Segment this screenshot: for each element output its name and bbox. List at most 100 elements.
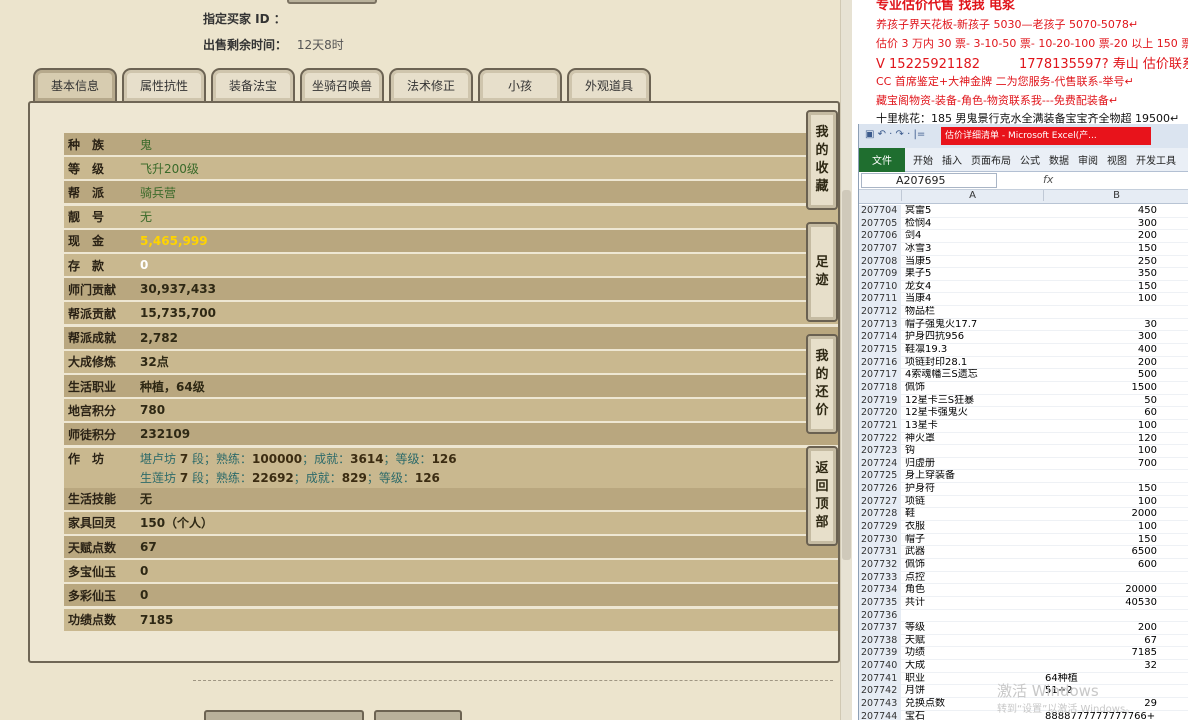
row-number[interactable]: 207725 — [859, 470, 901, 484]
tab-attributes[interactable]: 属性抗性 — [122, 68, 206, 101]
cell-a[interactable]: 护身四抗956 — [905, 331, 1041, 344]
cell-b[interactable]: 400 — [1043, 344, 1157, 357]
row-number[interactable]: 207734 — [859, 584, 901, 597]
cell-a[interactable]: 物品栏 — [905, 306, 1041, 319]
cell-b[interactable]: 150 — [1043, 483, 1157, 496]
row-number[interactable]: 207718 — [859, 381, 901, 395]
cell-b[interactable]: 150 — [1043, 534, 1157, 547]
row-number[interactable]: 207709 — [859, 268, 901, 281]
cell-a[interactable]: 功绩 — [905, 647, 1041, 660]
cell-b[interactable]: 300 — [1043, 331, 1157, 344]
column-a-header[interactable]: A — [901, 190, 1043, 201]
row-number[interactable]: 207729 — [859, 521, 901, 534]
row-number[interactable]: 207717 — [859, 369, 901, 382]
row-number[interactable]: 207742 — [859, 685, 901, 698]
ribbon-tab[interactable]: 公式 — [1020, 152, 1040, 167]
ribbon-tab[interactable]: 数据 — [1049, 152, 1069, 167]
cell-a[interactable]: 冥雷5 — [905, 205, 1041, 218]
ribbon-tab[interactable]: 插入 — [942, 152, 962, 167]
tab-appearance[interactable]: 外观道具 — [567, 68, 651, 101]
cell-b[interactable]: 50 — [1043, 395, 1157, 408]
cell-b[interactable]: 200 — [1043, 230, 1157, 243]
cell-b[interactable]: 250 — [1043, 256, 1157, 269]
file-tab[interactable]: 文件 — [859, 147, 905, 172]
row-number[interactable]: 207728 — [859, 508, 901, 522]
cell-b[interactable]: 150 — [1043, 281, 1157, 294]
cell-a[interactable]: 帽子强鬼火17.7 — [905, 319, 1041, 332]
row-number[interactable]: 207714 — [859, 331, 901, 345]
cell-a[interactable]: 冰雪3 — [905, 243, 1041, 256]
scrollbar-thumb[interactable] — [842, 190, 851, 560]
row-number[interactable]: 207727 — [859, 495, 901, 509]
cell-a[interactable]: 项链封印28.1 — [905, 357, 1041, 370]
cell-a[interactable]: 4索魂幡三S遗忘 — [905, 369, 1041, 382]
cell-a[interactable]: 武器 — [905, 546, 1041, 559]
row-number[interactable]: 207737 — [859, 622, 901, 635]
cell-b[interactable]: 7185 — [1043, 647, 1157, 660]
bottom-button-1[interactable] — [204, 710, 364, 720]
row-number[interactable]: 207732 — [859, 558, 901, 572]
cell-b[interactable]: 150 — [1043, 243, 1157, 256]
row-number[interactable]: 207707 — [859, 242, 901, 256]
side-button-0[interactable]: 我的收藏 — [806, 110, 838, 210]
cell-b[interactable]: 100 — [1043, 293, 1157, 306]
row-number[interactable]: 207710 — [859, 280, 901, 294]
row-number[interactable]: 207716 — [859, 356, 901, 370]
cell-b[interactable]: 67 — [1043, 635, 1157, 648]
cell-b[interactable]: 40530 — [1043, 597, 1157, 610]
ribbon-tab[interactable]: 页面布局 — [971, 152, 1011, 167]
cell-b[interactable]: 120 — [1043, 433, 1157, 446]
tab-mounts-pets[interactable]: 坐骑召唤兽 — [300, 68, 384, 101]
row-number[interactable]: 207711 — [859, 293, 901, 307]
row-number[interactable]: 207713 — [859, 318, 901, 332]
ribbon-tab[interactable]: 视图 — [1107, 152, 1127, 167]
row-number[interactable]: 207706 — [859, 230, 901, 243]
row-number[interactable]: 207715 — [859, 344, 901, 357]
cell-b[interactable]: 100 — [1043, 521, 1157, 534]
cell-b[interactable]: 450 — [1043, 205, 1157, 218]
row-number[interactable]: 207736 — [859, 609, 901, 623]
column-b-header[interactable]: B — [1043, 190, 1188, 201]
row-number[interactable]: 207705 — [859, 217, 901, 231]
cell-a[interactable]: 身上穿装备 — [905, 470, 1041, 483]
cell-b[interactable]: 300 — [1043, 218, 1157, 231]
cell-a[interactable]: 龙女4 — [905, 281, 1041, 294]
cell-a[interactable]: 12星卡强鬼火 — [905, 407, 1041, 420]
cell-a[interactable]: 帽子 — [905, 534, 1041, 547]
row-number[interactable]: 207744 — [859, 710, 901, 720]
cell-a[interactable]: 角色 — [905, 584, 1041, 597]
cell-a[interactable]: 钩 — [905, 445, 1041, 458]
cell-b[interactable]: 20000 — [1043, 584, 1157, 597]
bottom-button-2[interactable] — [374, 710, 462, 720]
cell-b[interactable]: 700 — [1043, 458, 1157, 471]
cell-a[interactable]: 天赋 — [905, 635, 1041, 648]
cell-a[interactable]: 神火罩 — [905, 433, 1041, 446]
cell-a[interactable]: 13星卡 — [905, 420, 1041, 433]
cell-b[interactable]: 100 — [1043, 496, 1157, 509]
cell-a[interactable]: 当康4 — [905, 293, 1041, 306]
cell-a[interactable]: 大成 — [905, 660, 1041, 673]
side-button-1[interactable]: 足迹 — [806, 222, 838, 322]
row-number[interactable]: 207724 — [859, 457, 901, 471]
row-number[interactable]: 207738 — [859, 634, 901, 648]
row-number[interactable]: 207720 — [859, 407, 901, 420]
row-number[interactable]: 207740 — [859, 660, 901, 673]
cell-b[interactable]: 600 — [1043, 559, 1157, 572]
cell-b[interactable]: 500 — [1043, 369, 1157, 382]
cell-b[interactable]: 350 — [1043, 268, 1157, 281]
cell-a[interactable]: 剑4 — [905, 230, 1041, 243]
row-number[interactable]: 207719 — [859, 394, 901, 408]
tab-spell-mods[interactable]: 法术修正 — [389, 68, 473, 101]
cell-b[interactable]: 60 — [1043, 407, 1157, 420]
cell-b[interactable]: 200 — [1043, 357, 1157, 370]
cell-a[interactable]: 点控 — [905, 572, 1041, 585]
cell-a[interactable]: 衣服 — [905, 521, 1041, 534]
row-number[interactable]: 207731 — [859, 546, 901, 559]
ribbon-tab[interactable]: 审阅 — [1078, 152, 1098, 167]
row-number[interactable]: 207704 — [859, 205, 901, 218]
cell-a[interactable]: 鞋凛19.3 — [905, 344, 1041, 357]
cell-b[interactable]: 32 — [1043, 660, 1157, 673]
cell-a[interactable]: 项链 — [905, 496, 1041, 509]
side-button-3[interactable]: 返回顶部 — [806, 446, 838, 546]
quick-access-toolbar[interactable]: ▣ ↶ · ↷ · |= — [865, 129, 925, 140]
